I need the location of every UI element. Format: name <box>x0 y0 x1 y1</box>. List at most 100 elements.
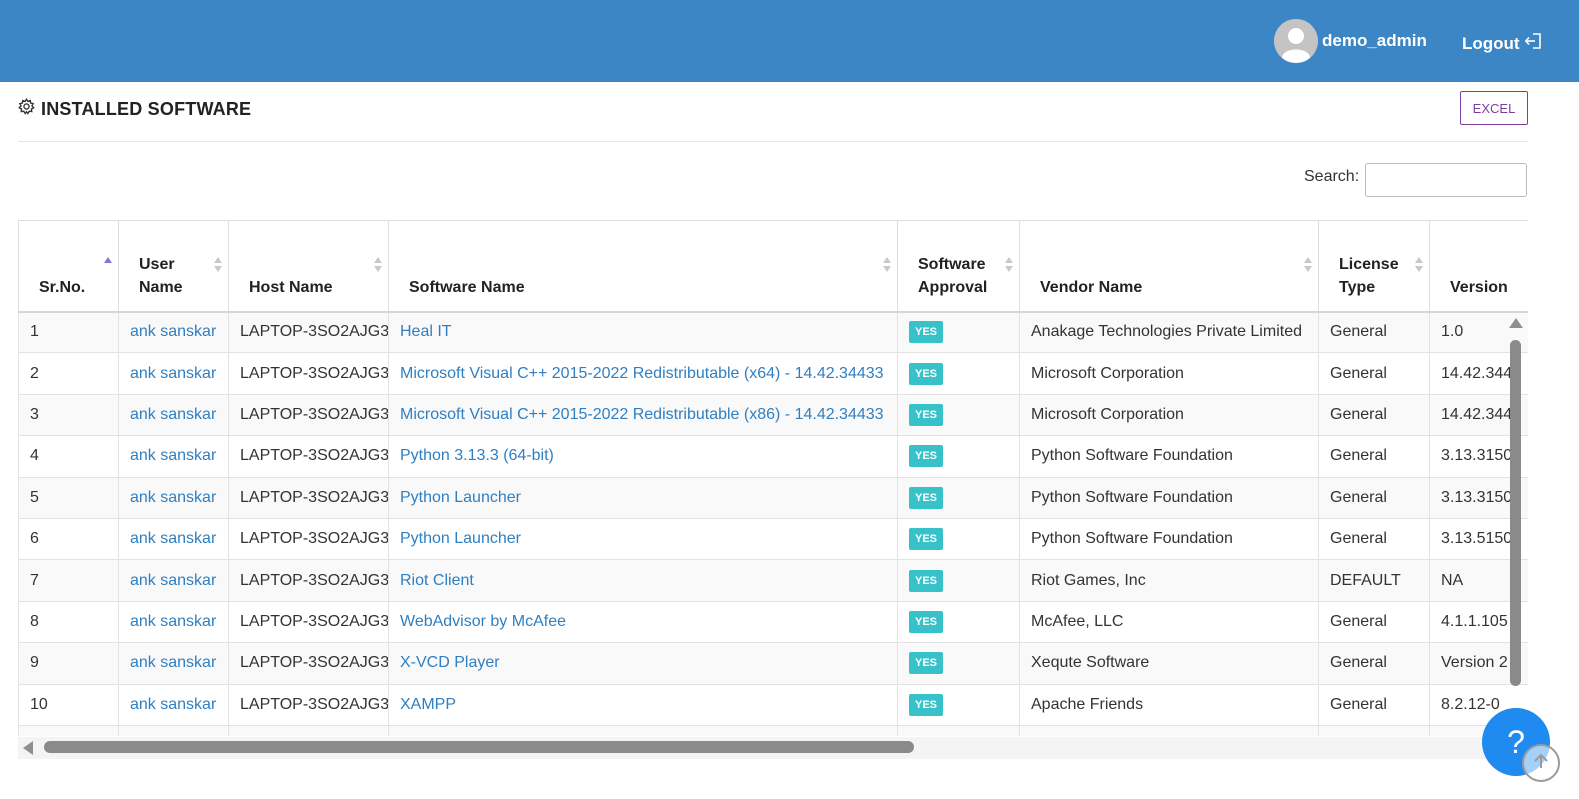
cell-sr-no <box>18 724 119 736</box>
horizontal-scrollbar[interactable] <box>18 737 1528 759</box>
col-header-sr-no[interactable]: Sr.No. <box>18 220 119 313</box>
cell-sr-no: 7 <box>18 559 119 602</box>
cell-user-link[interactable]: ank sanskar <box>118 600 229 644</box>
cell-approval: YES <box>897 600 1020 644</box>
cell-user-link[interactable]: ank sanskar <box>118 352 229 395</box>
cell-user-link[interactable]: ank sanskar <box>118 310 229 354</box>
col-header-software-name[interactable]: Software Name <box>388 220 898 313</box>
search-input[interactable] <box>1365 163 1527 197</box>
cell-vendor: Riot Games, Inc <box>1019 559 1319 602</box>
table-row: 8 ank sanskar LAPTOP-3SO2AJG3 WebAdvisor… <box>18 600 1528 644</box>
cell-license <box>1318 724 1430 736</box>
scroll-to-top-button[interactable] <box>1522 744 1560 782</box>
page-title-text: INSTALLED SOFTWARE <box>41 98 252 119</box>
cell-software-link[interactable] <box>388 724 898 736</box>
cell-software-link[interactable]: Python Launcher <box>388 476 898 519</box>
cell-user-link[interactable]: ank sanskar <box>118 642 229 685</box>
cell-license: General <box>1318 352 1430 395</box>
cell-license: General <box>1318 642 1430 685</box>
cell-license: General <box>1318 683 1430 726</box>
cell-user-link[interactable]: ank sanskar <box>118 517 229 561</box>
approval-badge: YES <box>909 610 944 633</box>
cell-approval: YES <box>897 393 1020 437</box>
help-icon: ? <box>1507 723 1525 760</box>
cell-software-link[interactable]: Python Launcher <box>388 517 898 561</box>
cell-host: LAPTOP-3SO2AJG3 <box>228 352 389 395</box>
cell-host: LAPTOP-3SO2AJG3 <box>228 393 389 437</box>
col-header-software-approval[interactable]: Software Approval <box>897 220 1020 313</box>
logout-button[interactable]: Logout <box>1462 32 1542 55</box>
cell-license: General <box>1318 517 1430 561</box>
cell-software-link[interactable]: Microsoft Visual C++ 2015-2022 Redistrib… <box>388 352 898 395</box>
cell-vendor: Microsoft Corporation <box>1019 352 1319 395</box>
cell-software-link[interactable]: Microsoft Visual C++ 2015-2022 Redistrib… <box>388 393 898 437</box>
col-header-vendor-name[interactable]: Vendor Name <box>1019 220 1319 313</box>
cell-vendor: Microsoft Corporation <box>1019 393 1319 437</box>
cell-software-link[interactable]: Riot Client <box>388 559 898 602</box>
cell-approval: YES <box>897 435 1020 478</box>
cell-sr-no: 5 <box>18 476 119 519</box>
cell-user-link[interactable]: ank sanskar <box>118 476 229 519</box>
col-header-user-name[interactable]: User Name <box>118 220 229 313</box>
cell-vendor: Xequte Software <box>1019 642 1319 685</box>
cell-sr-no: 3 <box>18 393 119 437</box>
cell-software-link[interactable]: Heal IT <box>388 310 898 354</box>
sort-icon <box>883 257 891 275</box>
horizontal-scroll-thumb[interactable] <box>44 741 914 753</box>
cell-software-link[interactable]: WebAdvisor by McAfee <box>388 600 898 644</box>
vertical-scrollbar[interactable] <box>1508 318 1524 688</box>
col-header-host-name[interactable]: Host Name <box>228 220 389 313</box>
username[interactable]: demo_admin <box>1322 31 1427 51</box>
cell-host: LAPTOP-3SO2AJG3 <box>228 642 389 685</box>
cell-sr-no: 2 <box>18 352 119 395</box>
cell-license: General <box>1318 600 1430 644</box>
gear-icon <box>18 98 41 120</box>
table-row: 2 ank sanskar LAPTOP-3SO2AJG3 Microsoft … <box>18 352 1528 395</box>
cell-user-link[interactable]: ank sanskar <box>118 559 229 602</box>
sort-asc-icon <box>104 257 112 275</box>
table-row: 4 ank sanskar LAPTOP-3SO2AJG3 Python 3.1… <box>18 435 1528 478</box>
user-menu[interactable]: demo_admin <box>1274 19 1427 63</box>
cell-user-link[interactable]: ank sanskar <box>118 683 229 726</box>
vertical-scroll-thumb[interactable] <box>1510 340 1521 686</box>
cell-software-link[interactable]: Python 3.13.3 (64-bit) <box>388 435 898 478</box>
sort-icon <box>1005 257 1013 275</box>
cell-approval: YES <box>897 517 1020 561</box>
divider <box>18 141 1528 142</box>
col-header-license-type[interactable]: License Type <box>1318 220 1430 313</box>
cell-sr-no: 6 <box>18 517 119 561</box>
cell-sr-no: 10 <box>18 683 119 726</box>
cell-user-link[interactable] <box>118 724 229 736</box>
logout-label: Logout <box>1462 33 1520 53</box>
col-header-version[interactable]: Version <box>1429 220 1528 313</box>
user-avatar-icon[interactable] <box>1274 19 1318 63</box>
cell-approval: YES <box>897 559 1020 602</box>
cell-approval: YES <box>897 476 1020 519</box>
cell-license: General <box>1318 435 1430 478</box>
table-row: 6 ank sanskar LAPTOP-3SO2AJG3 Python Lau… <box>18 517 1528 561</box>
logout-icon <box>1520 32 1542 55</box>
cell-sr-no: 9 <box>18 642 119 685</box>
table-row: 7 ank sanskar LAPTOP-3SO2AJG3 Riot Clien… <box>18 559 1528 602</box>
search-label: Search: <box>1304 168 1360 185</box>
cell-software-link[interactable]: XAMPP <box>388 683 898 726</box>
cell-sr-no: 4 <box>18 435 119 478</box>
cell-software-link[interactable]: X-VCD Player <box>388 642 898 685</box>
software-table: Sr.No. User Name Host Name Software Name … <box>18 220 1528 736</box>
cell-sr-no: 8 <box>18 600 119 644</box>
cell-approval <box>897 724 1020 736</box>
scroll-left-arrow-icon[interactable] <box>23 741 33 755</box>
page-title: INSTALLED SOFTWARE <box>18 98 251 120</box>
scroll-up-arrow-icon[interactable] <box>1509 318 1523 328</box>
cell-host <box>228 724 389 736</box>
approval-badge: YES <box>909 445 944 468</box>
cell-host: LAPTOP-3SO2AJG3 <box>228 310 389 354</box>
approval-badge: YES <box>909 693 944 716</box>
approval-badge: YES <box>909 362 944 385</box>
cell-user-link[interactable]: ank sanskar <box>118 435 229 478</box>
cell-vendor: Anakage Technologies Private Limited <box>1019 310 1319 354</box>
excel-export-button[interactable]: EXCEL <box>1460 91 1528 125</box>
approval-badge: YES <box>909 403 944 426</box>
cell-user-link[interactable]: ank sanskar <box>118 393 229 437</box>
cell-vendor: Python Software Foundation <box>1019 435 1319 478</box>
